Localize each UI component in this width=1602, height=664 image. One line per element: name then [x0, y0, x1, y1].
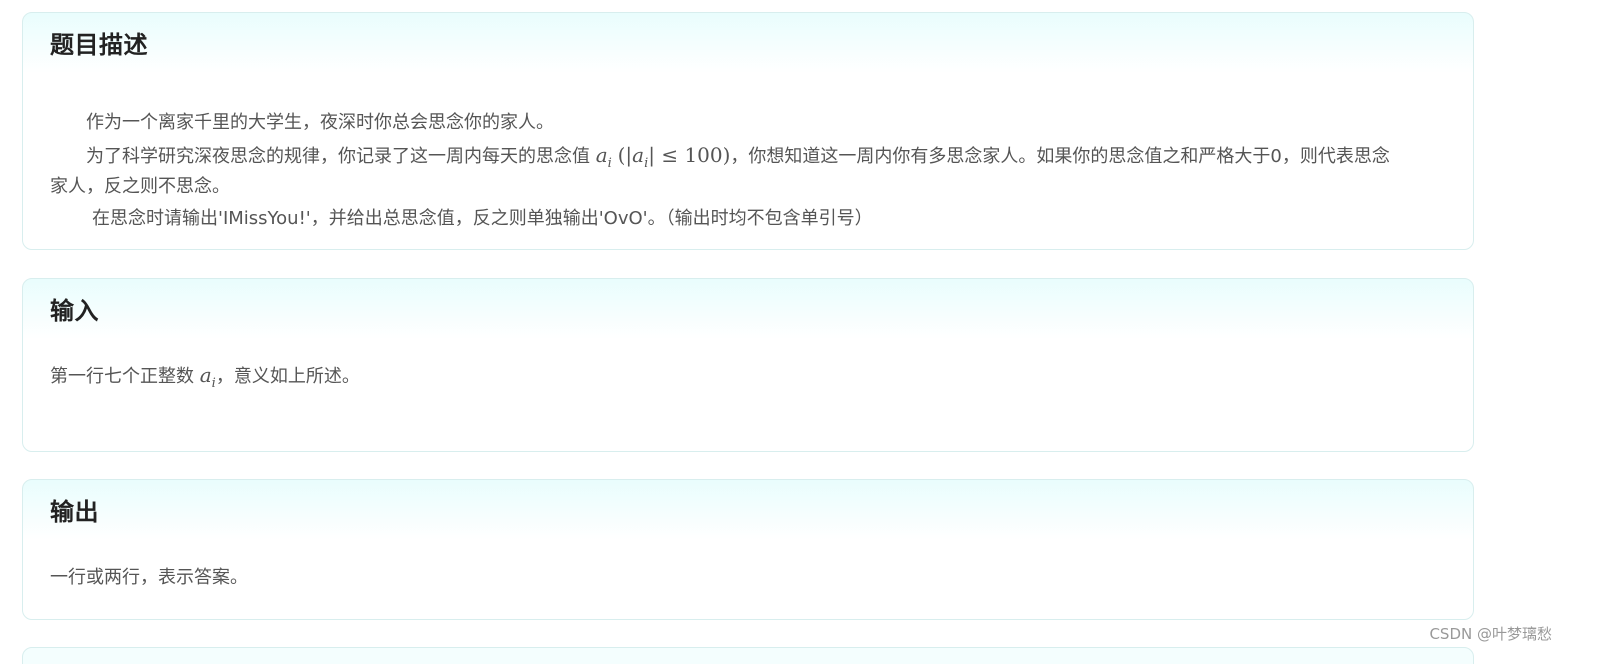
input-text-pre: 第一行七个正整数: [50, 366, 194, 387]
description-line-4-text: 在思念时请输出'IMissYou!'，并给出总思念值，反之则单独输出'OvO'。…: [92, 208, 873, 229]
math-constraint: (|ai| ≤ 100): [617, 143, 731, 171]
output-text: 一行或两行，表示答案。: [50, 562, 1449, 594]
description-card: 题目描述 作为一个离家千里的大学生，夜深时你总会思念你的家人。 为了科学研究深夜…: [22, 12, 1474, 250]
next-card-partial: [22, 647, 1474, 664]
watermark: CSDN @叶梦璃愁: [1429, 625, 1552, 643]
description-title: 题目描述: [50, 31, 148, 59]
description-line-1-text: 作为一个离家千里的大学生，夜深时你总会思念你的家人。: [86, 112, 554, 133]
description-line-3-text: 家人，反之则不思念。: [50, 176, 230, 197]
input-text: 第一行七个正整数 ai，意义如上所述。: [50, 359, 1449, 400]
description-line-4: 在思念时请输出'IMissYou!'，并给出总思念值，反之则单独输出'OvO'。…: [50, 203, 1449, 235]
output-title: 输出: [50, 498, 99, 526]
output-text-content: 一行或两行，表示答案。: [50, 567, 248, 588]
description-line-2-pre: 为了科学研究深夜思念的规律，你记录了这一周内每天的思念值: [86, 146, 590, 167]
input-title: 输入: [50, 297, 99, 325]
description-line-1: 作为一个离家千里的大学生，夜深时你总会思念你的家人。: [50, 107, 1449, 139]
problem-page: 题目描述 作为一个离家千里的大学生，夜深时你总会思念你的家人。 为了科学研究深夜…: [0, 0, 1602, 664]
description-line-2-post: ，你想知道这一周内你有多思念家人。如果你的思念值之和严格大于0，则代表思念: [730, 146, 1390, 167]
output-card: 输出 一行或两行，表示答案。: [22, 479, 1474, 620]
input-card: 输入 第一行七个正整数 ai，意义如上所述。: [22, 278, 1474, 452]
math-a-i-input: ai: [199, 363, 216, 391]
input-text-post: ，意义如上所述。: [215, 366, 360, 387]
math-a-i: ai: [595, 143, 612, 171]
description-line-3: 家人，反之则不思念。: [50, 171, 1449, 203]
